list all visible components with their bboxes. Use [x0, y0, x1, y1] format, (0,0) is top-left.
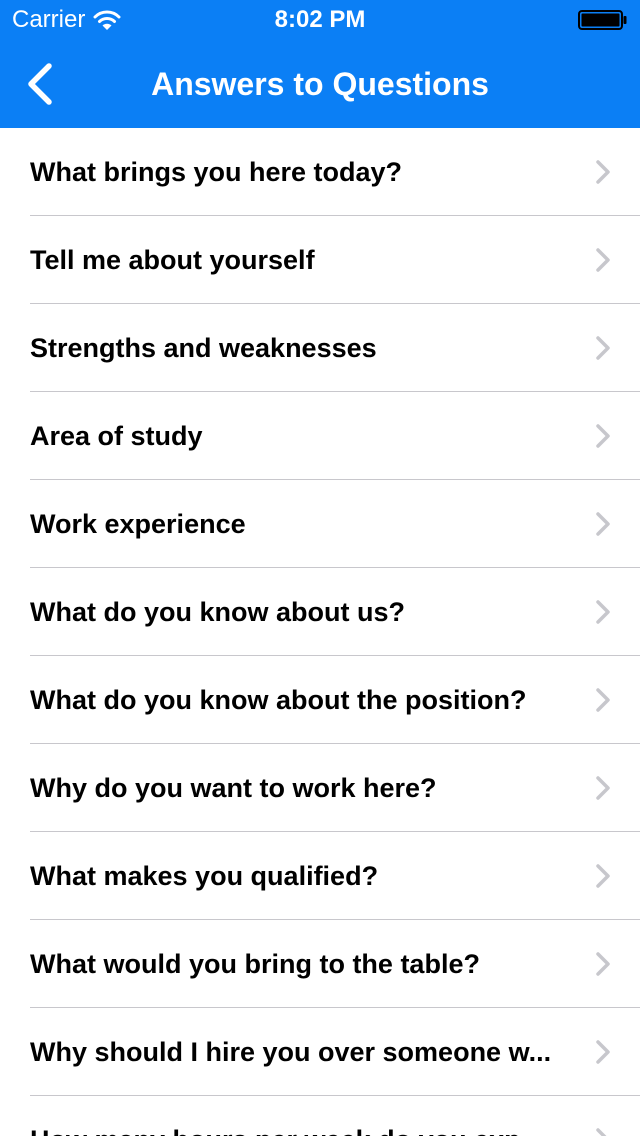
list-item-label: Why should I hire you over someone w...	[30, 1037, 552, 1067]
list-item-label: Why do you want to work here?	[30, 773, 437, 803]
chevron-right-icon	[596, 424, 610, 448]
chevron-left-icon	[28, 63, 52, 105]
list-item-label: What would you bring to the table?	[30, 949, 480, 979]
chevron-right-icon	[596, 512, 610, 536]
chevron-right-icon	[596, 688, 610, 712]
list-item-label: What makes you qualified?	[30, 861, 379, 891]
list-item-label: Work experience	[30, 509, 246, 539]
list-item[interactable]: Why should I hire you over someone w...	[0, 1008, 640, 1096]
list-item[interactable]: Strengths and weaknesses	[0, 304, 640, 392]
list-item-label: Area of study	[30, 421, 203, 451]
list-item[interactable]: Tell me about yourself	[0, 216, 640, 304]
list-item-label: What brings you here today?	[30, 157, 403, 187]
screen: Carrier 8:02 PM Answers to Questions Wha…	[0, 0, 640, 1136]
list-item-label: How many hours per week do you exp...	[30, 1096, 566, 1136]
list-item[interactable]: What do you know about the position?	[0, 656, 640, 744]
list-item-label: What do you know about us?	[30, 597, 405, 627]
chevron-right-icon	[596, 864, 610, 888]
status-bar: Carrier 8:02 PM	[0, 0, 640, 40]
chevron-right-icon	[596, 952, 610, 976]
list-item[interactable]: What makes you qualified?	[0, 832, 640, 920]
battery-icon	[578, 10, 627, 30]
list-item[interactable]: Work experience	[0, 480, 640, 568]
chevron-right-icon	[596, 1128, 607, 1136]
chevron-right-icon	[596, 160, 610, 184]
navigation-bar: Answers to Questions	[0, 40, 640, 128]
chevron-right-icon	[596, 248, 610, 272]
list-item[interactable]: What brings you here today?	[0, 128, 640, 216]
question-list: What brings you here today? Tell me about…	[0, 128, 640, 1136]
chevron-right-icon	[596, 1040, 610, 1064]
page-title: Answers to Questions	[151, 66, 489, 102]
status-time: 8:02 PM	[274, 6, 366, 33]
list-item-label: Tell me about yourself	[30, 245, 315, 275]
chevron-right-icon	[596, 776, 610, 800]
header: Carrier 8:02 PM Answers to Questions	[0, 0, 640, 128]
list-item[interactable]: Why do you want to work here?	[0, 744, 640, 832]
list-item[interactable]: Area of study	[0, 392, 640, 480]
list-item-label: Strengths and weaknesses	[30, 333, 377, 363]
list-item[interactable]: What would you bring to the table?	[0, 920, 640, 1008]
list-item-label: What do you know about the position?	[30, 685, 527, 715]
back-button[interactable]	[0, 40, 80, 128]
chevron-right-icon	[596, 600, 610, 624]
list-item[interactable]: How many hours per week do you exp...	[0, 1096, 640, 1136]
list-item[interactable]: What do you know about us?	[0, 568, 640, 656]
chevron-right-icon	[596, 336, 610, 360]
